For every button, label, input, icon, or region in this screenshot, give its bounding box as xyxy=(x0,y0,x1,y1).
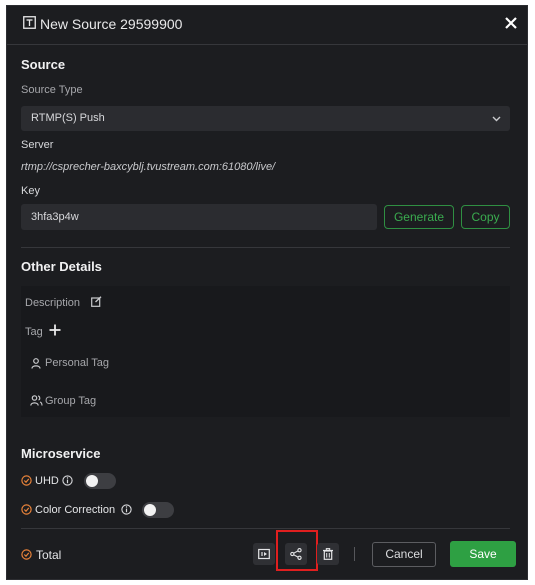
total-label: Total xyxy=(36,548,62,562)
source-type-label: Source Type xyxy=(21,84,83,96)
delete-button[interactable] xyxy=(317,543,339,565)
microservice-icon xyxy=(21,504,32,515)
person-icon xyxy=(31,358,41,369)
key-label: Key xyxy=(21,185,40,197)
tag-label: Tag xyxy=(25,326,43,338)
microservice-divider xyxy=(21,528,510,529)
other-details-panel: Description Tag Personal Tag Group Tag xyxy=(21,286,510,417)
description-label: Description xyxy=(25,297,81,309)
source-section-title: Source xyxy=(21,57,66,72)
source-type-value: RTMP(S) Push xyxy=(31,112,105,124)
color-correction-toggle[interactable] xyxy=(142,502,174,518)
share-highlight xyxy=(276,530,318,571)
color-correction-label: Color Correction xyxy=(35,504,116,516)
source-type-select[interactable]: RTMP(S) Push xyxy=(21,106,510,131)
chevron-down-icon xyxy=(492,116,501,122)
close-icon[interactable] xyxy=(502,14,520,32)
dialog-titlebar: New Source 29599900 xyxy=(7,6,527,44)
info-icon xyxy=(62,475,73,486)
group-icon xyxy=(30,395,43,406)
server-label: Server xyxy=(21,139,54,151)
uhd-toggle[interactable] xyxy=(84,473,116,489)
cancel-button[interactable]: Cancel xyxy=(372,542,436,567)
footer-separator xyxy=(354,547,355,561)
source-box-icon xyxy=(23,16,36,29)
media-icon xyxy=(258,548,270,560)
group-tag-label[interactable]: Group Tag xyxy=(45,395,96,407)
save-button[interactable]: Save xyxy=(450,541,516,567)
trash-icon xyxy=(323,548,333,560)
source-divider xyxy=(21,247,510,248)
edit-icon[interactable] xyxy=(91,296,102,307)
new-source-dialog: New Source 29599900 Source Source Type R… xyxy=(6,5,528,580)
title-divider xyxy=(7,44,527,45)
generate-button[interactable]: Generate xyxy=(384,205,454,229)
key-value: 3hfa3p4w xyxy=(31,211,79,223)
microservice-title: Microservice xyxy=(21,446,101,461)
copy-button[interactable]: Copy xyxy=(461,205,510,229)
server-url: rtmp://csprecher-baxcyblj.tvustream.com:… xyxy=(21,161,276,173)
key-field[interactable]: 3hfa3p4w xyxy=(21,204,377,230)
microservice-icon xyxy=(21,549,32,560)
personal-tag-label[interactable]: Personal Tag xyxy=(45,357,109,369)
microservice-icon xyxy=(21,475,32,486)
other-details-title: Other Details xyxy=(21,259,102,274)
dialog-title: New Source 29599900 xyxy=(40,16,183,32)
media-button[interactable] xyxy=(253,543,275,565)
uhd-label: UHD xyxy=(35,475,59,487)
plus-icon[interactable] xyxy=(49,324,61,336)
info-icon xyxy=(121,504,132,515)
